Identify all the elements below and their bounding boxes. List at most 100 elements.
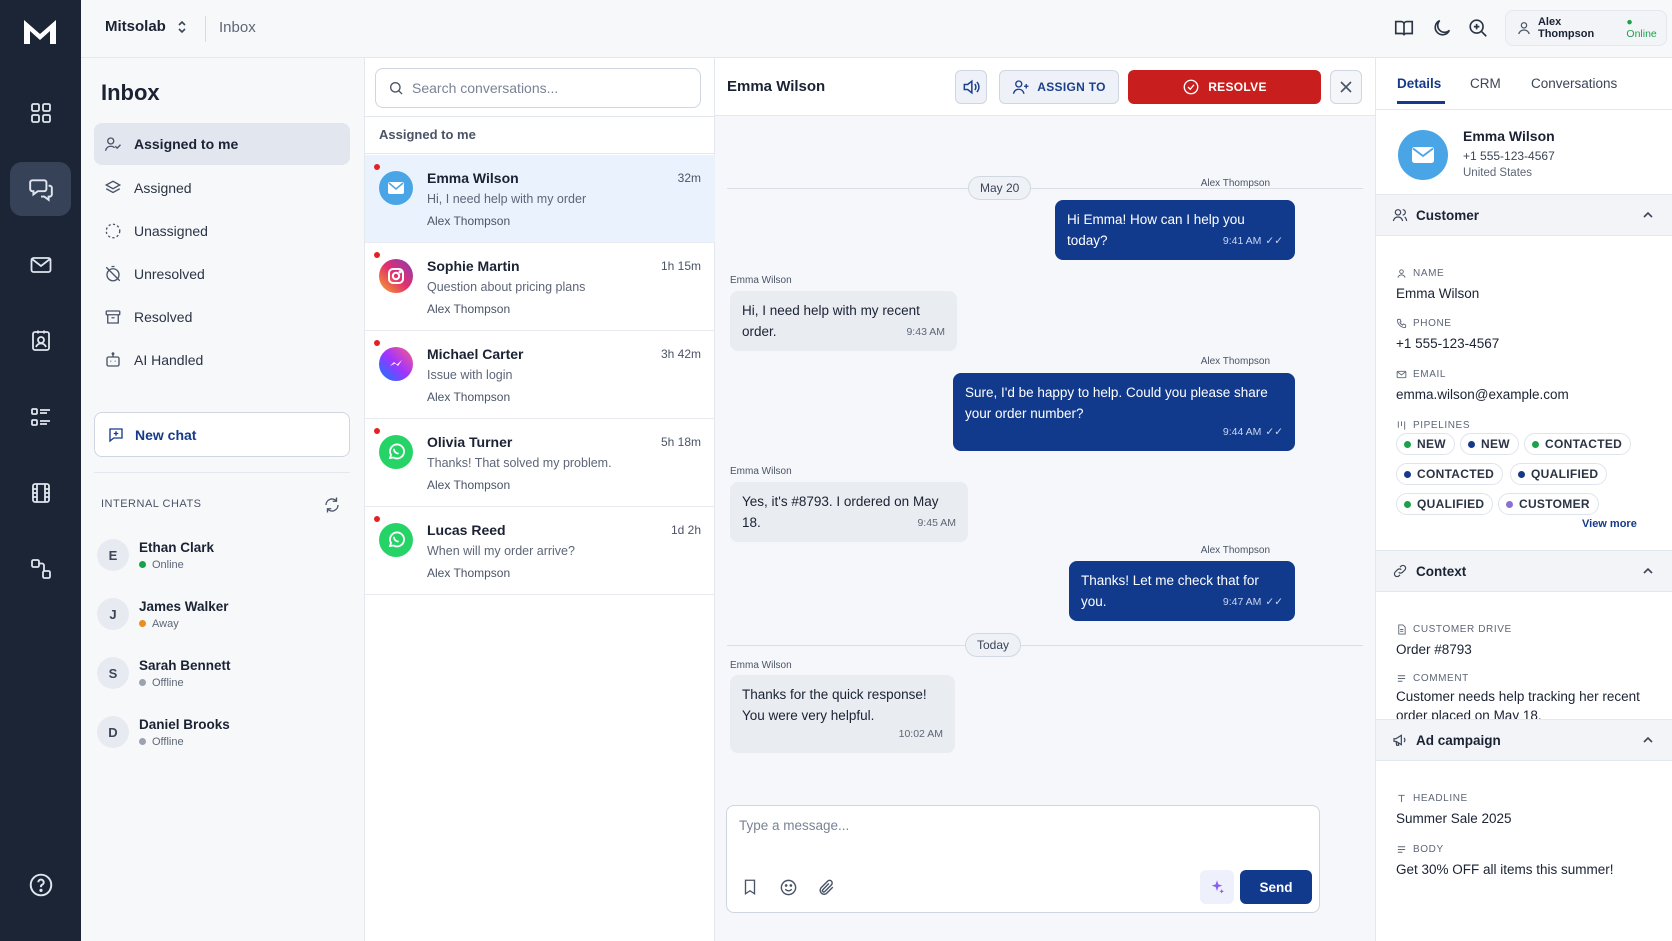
message-time: 10:02 AM: [898, 728, 943, 740]
dashboard-icon[interactable]: [10, 86, 71, 140]
assign-label: ASSIGN TO: [1037, 80, 1106, 94]
email-icon: [379, 171, 413, 205]
contact-country: United States: [1463, 167, 1533, 179]
nav-resolved[interactable]: Resolved: [94, 296, 350, 338]
send-button[interactable]: Send: [1240, 870, 1312, 904]
timer-off-icon: [105, 265, 121, 282]
message-time: 9:47 AM ✓✓: [1223, 592, 1283, 613]
moon-icon[interactable]: [1431, 17, 1455, 41]
pipeline-tag[interactable]: NEW: [1396, 433, 1455, 455]
assign-to-button[interactable]: ASSIGN TO: [999, 70, 1119, 104]
section-customer[interactable]: Customer: [1376, 194, 1672, 236]
section-ad-campaign[interactable]: Ad campaign: [1376, 719, 1672, 761]
message-outgoing: Thanks! Let me check that for you. 9:47 …: [1069, 561, 1295, 621]
pipeline-tag[interactable]: CONTACTED: [1524, 433, 1632, 455]
refresh-icon[interactable]: [323, 496, 341, 514]
date-pill: May 20: [968, 176, 1032, 200]
nav-label: Assigned: [134, 180, 192, 196]
message-input[interactable]: [739, 818, 1299, 858]
inbox-sidebar: Inbox Assigned to me Assigned Unassigned…: [81, 58, 365, 941]
pipeline-tag[interactable]: CUSTOMER: [1498, 493, 1599, 515]
agent-name: Ethan Clark: [139, 539, 215, 555]
message-incoming: Thanks for the quick response! You were …: [730, 675, 955, 753]
resolve-button[interactable]: RESOLVE: [1128, 70, 1321, 104]
user-icon: [1518, 22, 1530, 35]
zoom-in-icon[interactable]: [1467, 17, 1491, 41]
nav-unresolved[interactable]: Unresolved: [94, 253, 350, 295]
ai-sparkle-button[interactable]: [1200, 870, 1234, 904]
workspace-switcher[interactable]: Mitsolab: [105, 18, 188, 35]
emoji-icon[interactable]: [779, 878, 799, 898]
film-icon[interactable]: [10, 466, 71, 520]
section-context[interactable]: Context: [1376, 550, 1672, 592]
view-more-link[interactable]: View more: [1582, 518, 1637, 530]
user-check-icon: [104, 137, 121, 151]
customer-email: emma.wilson@example.com: [1396, 387, 1569, 402]
pipeline-tag[interactable]: CONTACTED: [1396, 463, 1504, 485]
conversation-time: 5h 18m: [660, 435, 701, 449]
agent-item[interactable]: E Ethan Clark Online: [97, 530, 347, 580]
new-chat-button[interactable]: New chat: [94, 412, 350, 457]
bookmark-icon[interactable]: [741, 878, 761, 898]
nav-assigned[interactable]: Assigned: [94, 167, 350, 209]
text-lines-icon: [1397, 675, 1406, 682]
conversation-agent: Alex Thompson: [427, 566, 511, 580]
mail-icon[interactable]: [10, 238, 71, 292]
internal-chats-label: INTERNAL CHATS: [101, 498, 202, 510]
book-icon[interactable]: [1393, 17, 1417, 41]
user-menu[interactable]: Alex Thompson ● Online: [1505, 10, 1667, 46]
conversation-preview: Hi, I need help with my order: [427, 192, 587, 206]
nav-unassigned[interactable]: Unassigned: [94, 210, 350, 252]
resolve-label: RESOLVE: [1208, 80, 1267, 94]
agent-item[interactable]: S Sarah Bennett Offline: [97, 648, 347, 698]
conversation-item[interactable]: Lucas Reed 1d 2h When will my order arri…: [365, 507, 715, 595]
message-text: Sure, I'd be happy to help. Could you pl…: [965, 385, 1268, 421]
avatar: D: [97, 716, 129, 748]
contacts-icon[interactable]: [10, 314, 71, 368]
list-icon[interactable]: [10, 390, 71, 444]
field-label: EMAIL: [1396, 369, 1446, 380]
pipeline-tag[interactable]: QUALIFIED: [1396, 493, 1494, 515]
nav-ai-handled[interactable]: AI Handled: [94, 339, 350, 381]
paperclip-icon[interactable]: [817, 878, 837, 898]
speaker-button[interactable]: [955, 70, 987, 104]
message-text: Yes, it's #8793. I ordered on May 18.: [742, 494, 939, 530]
help-icon[interactable]: [10, 858, 71, 912]
chat-icon[interactable]: [10, 162, 71, 216]
conversation-item[interactable]: Michael Carter 3h 42m Issue with login A…: [365, 331, 715, 419]
layers-icon: [104, 180, 122, 194]
nav-assigned-to-me[interactable]: Assigned to me: [94, 123, 350, 165]
speaker-icon: [963, 79, 980, 95]
chat-panel: Emma Wilson ASSIGN TO RESOLVE May 20 Ale…: [715, 58, 1375, 941]
user-plus-icon: [1013, 80, 1029, 94]
tab-details[interactable]: Details: [1397, 76, 1441, 91]
app-logo[interactable]: [22, 16, 58, 48]
agent-item[interactable]: D Daniel Brooks Offline: [97, 707, 347, 757]
field-label: NAME: [1396, 268, 1444, 279]
tab-crm[interactable]: CRM: [1470, 76, 1501, 91]
conversation-agent: Alex Thompson: [427, 390, 511, 404]
messenger-icon: [379, 347, 413, 381]
pipeline-tag[interactable]: NEW: [1460, 433, 1519, 455]
details-panel: Details CRM Conversations Emma Wilson +1…: [1375, 58, 1672, 941]
mail-icon: [1396, 370, 1407, 379]
field-label: HEADLINE: [1396, 793, 1468, 804]
message-incoming: Hi, I need help with my recent order. 9:…: [730, 291, 957, 351]
close-button[interactable]: [1330, 70, 1362, 104]
tab-conversations[interactable]: Conversations: [1531, 76, 1617, 91]
divider: [94, 472, 350, 473]
whatsapp-icon: [379, 523, 413, 557]
icon-rail: [0, 0, 81, 941]
flow-icon[interactable]: [10, 542, 71, 596]
conversation-item[interactable]: Olivia Turner 5h 18m Thanks! That solved…: [365, 419, 715, 507]
agent-item[interactable]: J James Walker Away: [97, 589, 347, 639]
megaphone-icon: [1393, 734, 1406, 746]
search-input[interactable]: [412, 80, 682, 96]
kanban-icon: [1397, 421, 1406, 430]
message-incoming: Yes, it's #8793. I ordered on May 18. 9:…: [730, 482, 968, 542]
pipeline-tag[interactable]: QUALIFIED: [1510, 463, 1608, 485]
conversation-item[interactable]: Emma Wilson 32m Hi, I need help with my …: [365, 155, 715, 243]
check-circle-icon: [1183, 79, 1199, 95]
search-box[interactable]: [375, 68, 701, 108]
conversation-item[interactable]: Sophie Martin 1h 15m Question about pric…: [365, 243, 715, 331]
